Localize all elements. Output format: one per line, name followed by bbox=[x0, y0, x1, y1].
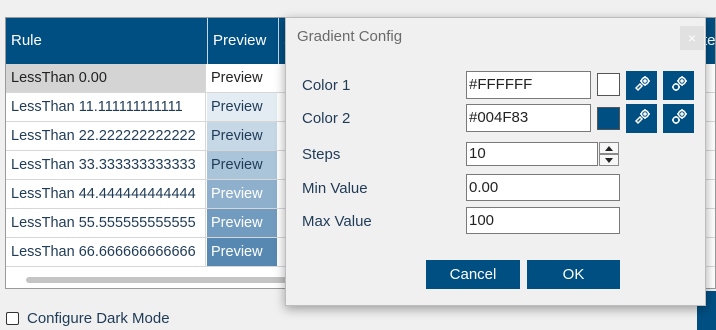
steps-increment-button[interactable] bbox=[599, 142, 619, 154]
color2-picker-button[interactable] bbox=[626, 104, 657, 133]
rule-cell[interactable]: LessThan 22.222222222222 bbox=[6, 122, 206, 150]
preview-cell[interactable]: Preview bbox=[207, 64, 277, 92]
preview-cell[interactable]: Preview bbox=[207, 93, 277, 121]
steps-decrement-button[interactable] bbox=[599, 154, 619, 166]
column-header-preview[interactable]: Preview bbox=[208, 18, 279, 64]
steps-label: Steps bbox=[302, 146, 341, 163]
color-picker-icon bbox=[632, 74, 652, 97]
color1-settings-button[interactable] bbox=[663, 71, 694, 100]
rule-cell[interactable]: LessThan 33.333333333333 bbox=[6, 151, 206, 179]
color2-field[interactable]: #004F83 bbox=[466, 104, 591, 132]
rule-cell[interactable]: LessThan 11.111111111111 bbox=[6, 93, 206, 121]
max-value-field[interactable]: 100 bbox=[466, 207, 620, 234]
palette-settings-icon bbox=[669, 107, 689, 130]
color1-picker-button[interactable] bbox=[626, 71, 657, 100]
gradient-config-dialog: Gradient Config × Color 1 #FFFFFF Color … bbox=[285, 17, 706, 306]
column-header-rule[interactable]: Rule bbox=[6, 18, 208, 64]
close-button[interactable]: × bbox=[680, 26, 704, 50]
color1-swatch[interactable] bbox=[597, 73, 620, 96]
color2-settings-button[interactable] bbox=[663, 104, 694, 133]
ok-button[interactable]: OK bbox=[527, 260, 620, 289]
rule-cell[interactable]: LessThan 44.444444444444 bbox=[6, 180, 206, 208]
preview-cell[interactable]: Preview bbox=[207, 180, 277, 208]
chevron-down-icon bbox=[605, 158, 613, 163]
min-value-label: Min Value bbox=[302, 180, 368, 197]
palette-settings-icon bbox=[669, 74, 689, 97]
preview-cell[interactable]: Preview bbox=[207, 122, 277, 150]
preview-cell[interactable]: Preview bbox=[207, 238, 277, 266]
rule-cell[interactable]: LessThan 55.555555555555 bbox=[6, 209, 206, 237]
max-value-label: Max Value bbox=[302, 213, 372, 230]
dark-mode-option[interactable]: Configure Dark Mode bbox=[6, 307, 170, 329]
color-picker-icon bbox=[632, 107, 652, 130]
close-icon: × bbox=[687, 30, 697, 46]
preview-cell[interactable]: Preview bbox=[207, 209, 277, 237]
color2-swatch[interactable] bbox=[597, 107, 620, 130]
chevron-up-icon bbox=[605, 146, 613, 151]
color2-label: Color 2 bbox=[302, 110, 351, 127]
cancel-button[interactable]: Cancel bbox=[426, 260, 520, 289]
preview-cell[interactable]: Preview bbox=[207, 151, 277, 179]
dialog-title: Gradient Config bbox=[297, 28, 403, 45]
dark-mode-label: Configure Dark Mode bbox=[27, 309, 170, 327]
rule-cell[interactable]: LessThan 66.666666666666 bbox=[6, 238, 206, 266]
steps-stepper[interactable] bbox=[599, 142, 619, 166]
dark-mode-checkbox[interactable] bbox=[6, 311, 19, 325]
min-value-field[interactable]: 0.00 bbox=[466, 174, 620, 201]
color1-field[interactable]: #FFFFFF bbox=[466, 71, 591, 99]
rule-cell[interactable]: LessThan 0.00 bbox=[6, 64, 206, 92]
color1-label: Color 1 bbox=[302, 77, 351, 94]
steps-field[interactable]: 10 bbox=[466, 142, 598, 166]
